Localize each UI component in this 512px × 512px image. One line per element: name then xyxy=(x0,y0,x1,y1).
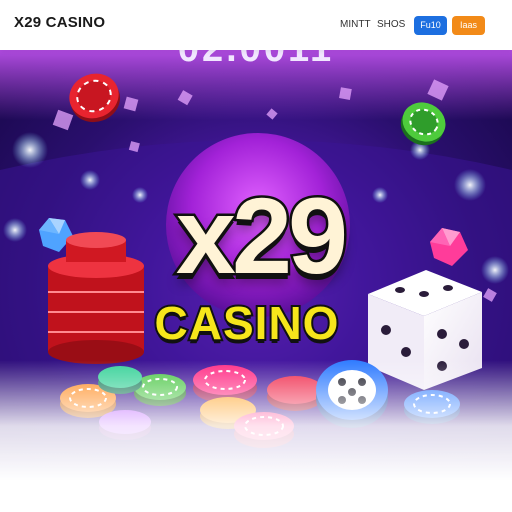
page-bottom-area xyxy=(0,480,512,512)
nav-link-shos[interactable]: SHOS xyxy=(377,19,405,30)
hero-banner: 02.0011 x29 CASINO xyxy=(0,50,512,480)
brand-logo-text[interactable]: X29 CASINO xyxy=(14,14,105,31)
hero-logo-x29: x29 xyxy=(173,175,350,296)
nav-link-mintt[interactable]: MINTT xyxy=(340,19,371,30)
login-button[interactable]: Fu10 xyxy=(414,16,447,35)
hero-logo-casino: CASINO xyxy=(153,297,341,349)
top-navigation-bar: X29 CASINO MINTT SHOS Fu10 Iaas xyxy=(0,0,512,50)
hero-heading: 02.0011 xyxy=(0,50,512,71)
poker-chip-icon xyxy=(400,102,446,146)
signup-button[interactable]: Iaas xyxy=(452,16,485,35)
hero-bottom-fade xyxy=(0,360,512,480)
poker-chip-icon xyxy=(69,73,121,123)
